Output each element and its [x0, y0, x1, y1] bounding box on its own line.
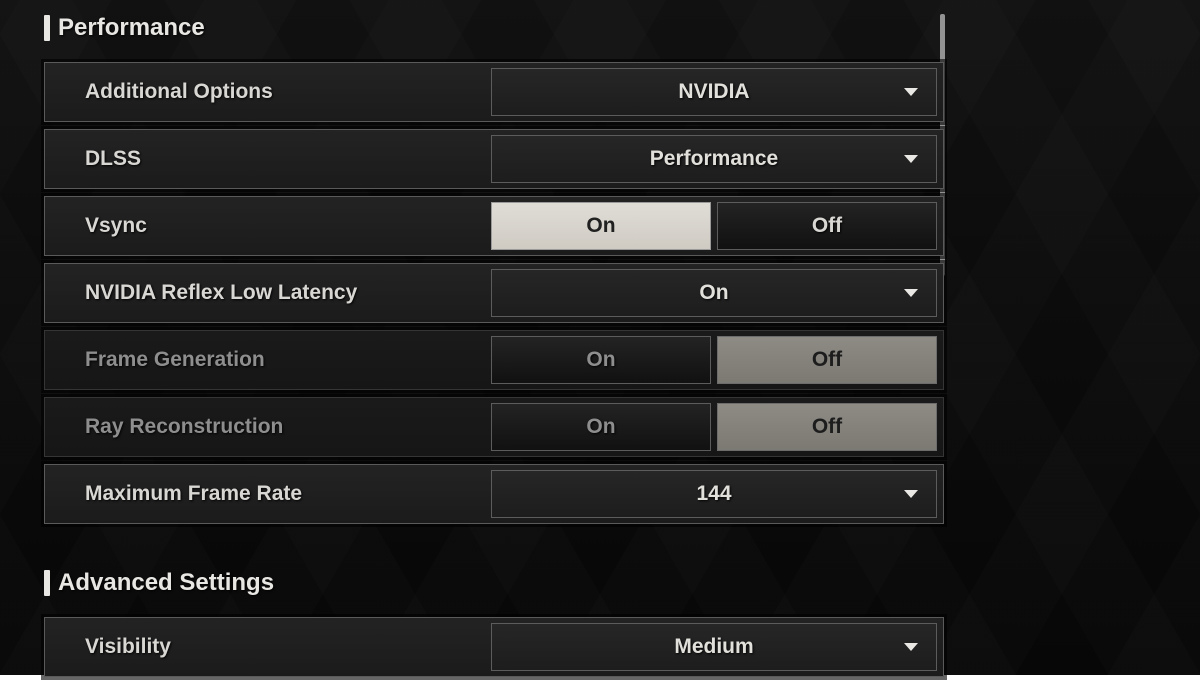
row-max-frame-rate: Maximum Frame Rate 144 [44, 464, 944, 524]
row-frame-generation: Frame Generation On Off [44, 330, 944, 390]
toggle-frame-generation-off[interactable]: Off [717, 336, 937, 384]
section-bar-icon [44, 570, 50, 596]
label-frame-generation: Frame Generation [45, 331, 485, 389]
toggle-frame-generation: On Off [491, 336, 937, 384]
dropdown-visibility[interactable]: Medium [491, 623, 937, 671]
section-header-performance: Performance [44, 14, 944, 42]
row-dlss: DLSS Performance [44, 129, 944, 189]
toggle-vsync: On Off [491, 202, 937, 250]
label-vsync: Vsync [45, 197, 485, 255]
dropdown-value: 144 [696, 482, 731, 506]
row-visibility: Visibility Medium [44, 617, 944, 677]
chevron-down-icon [904, 155, 918, 163]
chevron-down-icon [904, 289, 918, 297]
section-title: Performance [58, 14, 205, 42]
chevron-down-icon [904, 88, 918, 96]
toggle-vsync-on[interactable]: On [491, 202, 711, 250]
section-header-advanced: Advanced Settings [44, 569, 944, 597]
toggle-ray-reconstruction-off[interactable]: Off [717, 403, 937, 451]
row-reflex: NVIDIA Reflex Low Latency On [44, 263, 944, 323]
label-visibility: Visibility [45, 618, 485, 676]
dropdown-max-frame-rate[interactable]: 144 [491, 470, 937, 518]
settings-panel: Performance Additional Options NVIDIA DL… [44, 14, 944, 684]
dropdown-value: Performance [650, 147, 778, 171]
toggle-frame-generation-on[interactable]: On [491, 336, 711, 384]
label-max-frame-rate: Maximum Frame Rate [45, 465, 485, 523]
dropdown-value: NVIDIA [678, 80, 749, 104]
label-additional-options: Additional Options [45, 63, 485, 121]
dropdown-additional-options[interactable]: NVIDIA [491, 68, 937, 116]
dropdown-value: On [699, 281, 728, 305]
chevron-down-icon [904, 643, 918, 651]
label-dlss: DLSS [45, 130, 485, 188]
label-ray-reconstruction: Ray Reconstruction [45, 398, 485, 456]
toggle-ray-reconstruction-on[interactable]: On [491, 403, 711, 451]
section-bar-icon [44, 15, 50, 41]
toggle-ray-reconstruction: On Off [491, 403, 937, 451]
label-reflex: NVIDIA Reflex Low Latency [45, 264, 485, 322]
dropdown-dlss[interactable]: Performance [491, 135, 937, 183]
chevron-down-icon [904, 490, 918, 498]
section-title: Advanced Settings [58, 569, 274, 597]
row-additional-options: Additional Options NVIDIA [44, 62, 944, 122]
row-vsync: Vsync On Off [44, 196, 944, 256]
dropdown-reflex[interactable]: On [491, 269, 937, 317]
toggle-vsync-off[interactable]: Off [717, 202, 937, 250]
row-ray-reconstruction: Ray Reconstruction On Off [44, 397, 944, 457]
dropdown-value: Medium [674, 635, 753, 659]
